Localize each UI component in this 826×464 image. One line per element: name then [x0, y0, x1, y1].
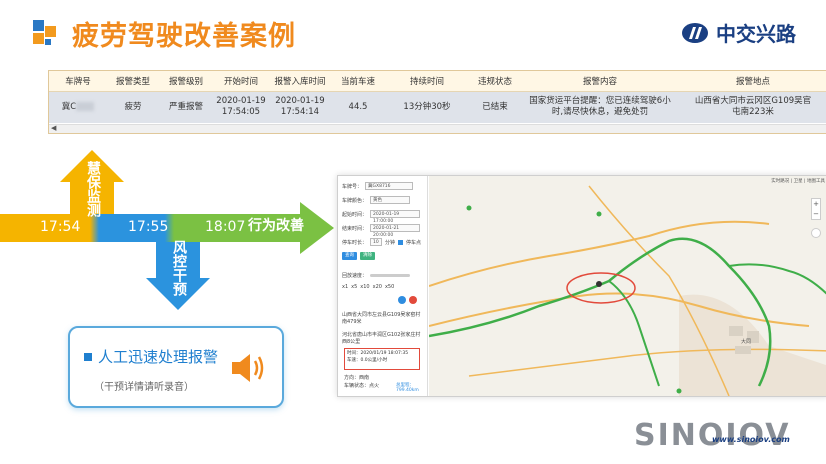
footer-url: www.sinoiov.com	[712, 435, 790, 444]
col-level: 报警级别	[159, 71, 213, 92]
scroll-left-icon[interactable]: ◀	[51, 124, 56, 132]
speed-label: 回放速度：	[342, 273, 368, 279]
start-input[interactable]: 2020-01-19 17:00:00	[370, 210, 421, 224]
play-icon[interactable]	[398, 296, 406, 304]
city-label: 大同	[741, 339, 752, 345]
total-distance: 总里程：799.40km	[396, 383, 419, 393]
label-monitor: 慧保监测	[85, 161, 101, 217]
time-1754: 17:54	[40, 219, 81, 235]
plate-label: 车牌号：	[342, 183, 363, 190]
cell-level: 严重报警	[159, 91, 213, 123]
col-duration: 持续时间	[385, 71, 469, 92]
end-label: 结束时间：	[342, 225, 368, 232]
track-item-start[interactable]: 山西省大同市左云县G109吴家窑村南479米	[342, 312, 424, 326]
zoom-control[interactable]: + −	[811, 198, 821, 220]
col-plate: 车牌号	[49, 71, 107, 92]
clear-button[interactable]: 清除	[360, 252, 375, 260]
cell-plate: 冀C	[49, 91, 107, 123]
col-start: 开始时间	[213, 71, 269, 92]
cell-type: 疲劳	[107, 91, 159, 123]
col-location: 报警地点	[679, 71, 826, 92]
stop-unit: 分钟	[385, 239, 396, 246]
stop-point-label: 停车点	[406, 239, 422, 246]
locate-icon[interactable]	[811, 228, 821, 238]
stop-checkbox[interactable]	[398, 239, 404, 245]
time-1807: 18:07	[205, 219, 246, 235]
col-store: 报警入库时间	[269, 71, 331, 92]
time-1755: 17:55	[128, 219, 169, 235]
cell-content: 国家货运平台提醒：您已连续驾驶6小 时,请尽快休息，避免处罚	[521, 91, 679, 123]
brand-mark-icon	[682, 22, 708, 43]
vehicle-state-text: 车辆状态：点火	[344, 383, 380, 389]
map-roads	[428, 176, 826, 396]
zoom-in-button[interactable]: +	[812, 199, 820, 209]
color-label: 车牌颜色：	[342, 197, 368, 204]
cell-duration: 13分钟30秒	[385, 91, 469, 123]
query-sidebar: 车牌号： 冀GX8716 车牌颜色： 黄色 起始时间： 2020-01-19 17:0…	[338, 176, 428, 396]
alert-subtitle: （干预详情请听录音）	[94, 382, 194, 393]
track-playback-panel: 车牌号： 冀GX8716 车牌颜色： 黄色 起始时间： 2020-01-19 17:0…	[337, 175, 826, 397]
col-type: 报警类型	[107, 71, 159, 92]
cell-status: 已结束	[469, 91, 521, 123]
end-input[interactable]: 2020-01-21 20:00:00	[370, 224, 421, 238]
table-header-row: 车牌号 报警类型 报警级别 开始时间 报警入库时间 当前车速 持续时间 违规状态…	[49, 71, 826, 92]
label-behavior-improve: 行为改善	[248, 218, 304, 234]
speed-opt-1[interactable]: x1	[342, 284, 348, 290]
alert-title: 人工迅速处理报警	[98, 348, 219, 366]
map-toolbar[interactable]: 实时路况 | 卫星 | 地图工具	[771, 178, 825, 184]
direction-text: 方向：西南	[344, 375, 370, 381]
speed-opt-10[interactable]: x10	[360, 284, 369, 290]
title-bullet-icon	[33, 20, 61, 50]
speed-opt-50[interactable]: x50	[385, 284, 394, 290]
table-row[interactable]: 冀C 疲劳 严重报警 2020-01-19 17:54:05 2020-01-19…	[49, 91, 826, 123]
start-label: 起始时间：	[342, 211, 368, 218]
stop-input[interactable]: 10	[370, 238, 383, 246]
speed-opt-5[interactable]: x5	[351, 284, 357, 290]
stop-label: 停车时长：	[342, 239, 368, 246]
cell-speed: 44.5	[331, 91, 385, 123]
col-status: 违规状态	[469, 71, 521, 92]
col-content: 报警内容	[521, 71, 679, 92]
alert-card: 人工迅速处理报警 （干预详情请听录音）	[68, 326, 284, 408]
plate-input[interactable]: 冀GX8716	[365, 182, 414, 190]
color-select[interactable]: 黄色	[370, 196, 411, 204]
brand-logo: 中交兴路	[680, 18, 796, 47]
map-canvas[interactable]: 大同 实时路况 | 卫星 | 地图工具 + −	[428, 176, 826, 396]
speed-opt-20[interactable]: x20	[373, 284, 382, 290]
cell-start: 2020-01-19 17:54:05	[213, 91, 269, 123]
brand-name: 中交兴路	[716, 22, 796, 46]
cell-store: 2020-01-19 17:54:14	[269, 91, 331, 123]
cell-location: 山西省大同市云冈区G109吴官 屯南223米	[679, 91, 826, 123]
speaker-icon[interactable]	[228, 348, 268, 388]
zoom-out-button[interactable]: −	[812, 209, 820, 219]
alarm-table: 车牌号 报警类型 报警级别 开始时间 报警入库时间 当前车速 持续时间 违规状态…	[48, 70, 826, 134]
label-intervene: 风控干预	[171, 240, 187, 296]
query-button[interactable]: 查询	[342, 252, 357, 260]
horizontal-scrollbar[interactable]: ◀	[49, 124, 826, 133]
speed-slider[interactable]	[370, 274, 411, 277]
page-title: 疲劳驾驶改善案例	[72, 21, 296, 52]
track-info-box: 时间：2020/01/19 18:07:35 车速：0.0公里/小时	[344, 348, 420, 370]
bullet-icon	[84, 352, 92, 361]
stop-icon[interactable]	[409, 296, 417, 304]
col-speed: 当前车速	[331, 71, 385, 92]
track-item-end[interactable]: 河北省唐山市丰润区G102张家庄村西8公里	[342, 332, 424, 346]
